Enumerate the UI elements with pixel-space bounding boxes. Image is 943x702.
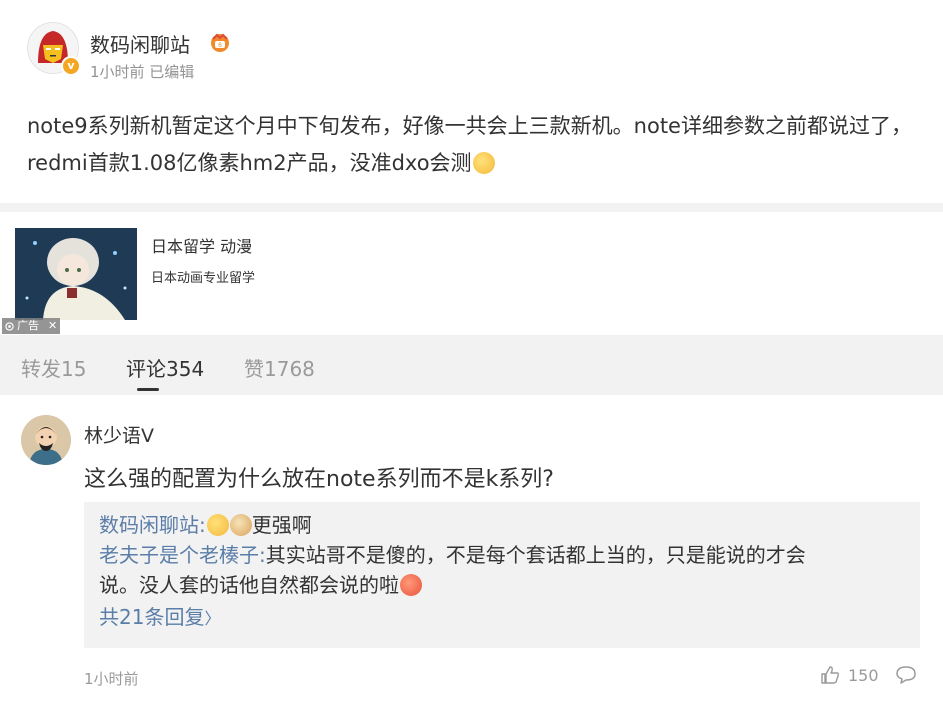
reply-line-3: 说。没人套的话他自然都会说的啦 [99,570,422,600]
reply-text: 更强啊 [251,513,312,537]
ad-label: 广告 ✕ [2,318,61,334]
ad-card[interactable]: 日本留学 动漫 日本动画专业留学 广告 ✕ [0,212,943,335]
ad-title[interactable]: 日本留学 动漫 [151,233,252,257]
verified-badge-icon: v [61,56,81,76]
tab-reposts[interactable]: 转发15 [21,353,86,382]
reply-separator: : [259,543,266,567]
more-replies-link[interactable]: 共21条回复〉 [99,602,220,634]
comment-text: 这么强的配置为什么放在note系列而不是k系列? [84,467,554,492]
reply-preview-box[interactable]: 数码闲聊站: 更强啊 老夫子是个老楱子:其实站哥不是傻的，不是每个套话都上当的，只… [84,502,920,648]
yummy-emoji-icon [472,152,495,174]
doge-emoji-icon [229,514,252,536]
smile-emoji-icon [206,514,229,536]
tab-comments[interactable]: 评论354 [126,353,204,382]
svg-text:6: 6 [218,42,222,49]
member-badge-icon[interactable]: 6 [209,31,231,53]
reply-button[interactable] [895,665,917,689]
comment-time: 1小时前 [84,670,139,688]
reply-user-link[interactable]: 老夫子是个老楱子 [99,543,259,567]
anime-girl-image [15,228,137,320]
comment-item: 林少语V 这么强的配置为什么放在note系列而不是k系列? 数码闲聊站: 更强啊 … [0,395,943,702]
like-button[interactable]: 150 [820,665,879,685]
commenter-name[interactable]: 林少语V [84,421,154,448]
reply-line-2: 老夫子是个老楱子:其实站哥不是傻的，不是每个套话都上当的，只是能说的才会 [99,540,806,570]
post-text-content: note9系列新机暂定这个月中下旬发布，好像一共会上三款新机。note详细参数之… [27,114,912,175]
commenter-avatar-image [21,415,71,465]
chevron-right-icon: 〉 [204,609,221,628]
post-text: note9系列新机暂定这个月中下旬发布，好像一共会上三款新机。note详细参数之… [27,108,927,182]
more-replies-text: 共21条回复 [99,605,205,629]
commenter-avatar[interactable] [21,415,71,465]
tongue-emoji-icon [400,574,422,596]
ad-eye-icon [5,321,14,331]
comment-bubble-icon [896,666,916,684]
active-tab-indicator [137,388,159,391]
author-avatar[interactable]: v [27,22,81,76]
post-card: v 数码闲聊站 6 1小时前 已编辑 note9系列新机暂定这个月中下旬发布，好… [0,0,943,203]
post-meta: 1小时前 已编辑 [90,63,195,81]
author-name[interactable]: 数码闲聊站 [90,29,190,58]
ad-close-icon[interactable]: ✕ [48,318,57,334]
ad-subtitle: 日本动画专业留学 [151,271,256,286]
tab-likes[interactable]: 赞1768 [244,353,315,382]
thumbs-up-icon [821,666,840,684]
reply-separator: : [199,513,206,537]
reply-text: 其实站哥不是傻的，不是每个套话都上当的，只是能说的才会 [265,543,806,567]
ad-tag-text: 广告 [17,319,39,332]
tab-bar: 转发15 评论354 赞1768 [0,335,943,395]
ad-image[interactable] [15,228,137,320]
reply-line-1: 数码闲聊站: 更强啊 [99,510,312,540]
reply-user-link[interactable]: 数码闲聊站 [99,513,199,537]
like-count: 150 [848,665,879,685]
reply-text-continued: 说。没人套的话他自然都会说的啦 [99,573,399,597]
